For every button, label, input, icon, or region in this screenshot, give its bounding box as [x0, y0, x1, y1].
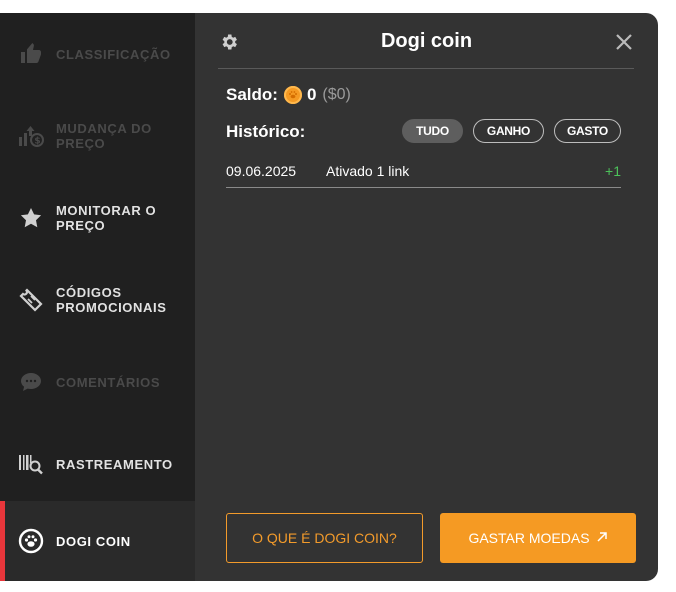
svg-text:$: $	[34, 137, 40, 147]
filter-tudo-button[interactable]: TUDO	[402, 119, 463, 143]
filter-gasto-button[interactable]: GASTO	[554, 119, 621, 143]
price-change-icon: $	[18, 123, 44, 149]
history-delta: +1	[605, 163, 621, 179]
balance-amount: 0	[306, 85, 317, 104]
dogi-coin-icon	[283, 86, 302, 104]
history-row: 09.06.2025 Ativado 1 link +1	[226, 161, 621, 188]
balance-usd: ($0)	[322, 86, 351, 103]
history-description: Ativado 1 link	[326, 163, 410, 179]
thumbs-up-icon	[18, 41, 44, 67]
sidebar-item-label: DOGI COIN	[56, 533, 131, 549]
barcode-search-icon	[18, 451, 44, 477]
sidebar-item-monitorar-o-preco[interactable]: MONITORAR O PREÇO	[0, 177, 195, 259]
ticket-icon	[18, 287, 44, 313]
sidebar-item-label: CÓDIGOS PROMOCIONAIS	[56, 285, 167, 315]
sidebar-item-label: RASTREAMENTO	[56, 456, 173, 472]
sidebar: CLASSIFICAÇÃO $ MUDANÇA DO PREÇO MONITOR…	[0, 13, 195, 581]
sidebar-item-label: MONITORAR O PREÇO	[56, 203, 157, 233]
sidebar-item-label: CLASSIFICAÇÃO	[56, 46, 171, 62]
star-icon	[18, 205, 44, 231]
panel-title: Dogi coin	[380, 30, 473, 52]
historico-label: Histórico:	[226, 122, 306, 141]
sidebar-item-codigos-promocionais[interactable]: CÓDIGOS PROMOCIONAIS	[0, 259, 195, 341]
close-icon[interactable]	[613, 31, 635, 53]
what-is-dogi-coin-button[interactable]: O QUE É DOGI COIN?	[226, 513, 423, 563]
sidebar-item-rastreamento[interactable]: RASTREAMENTO	[0, 423, 195, 505]
header-divider	[218, 68, 634, 69]
filter-ganho-button[interactable]: GANHO	[473, 119, 544, 143]
history-date: 09.06.2025	[226, 163, 297, 179]
sidebar-item-label: COMENTÁRIOS	[56, 374, 161, 390]
external-arrow-icon	[596, 530, 608, 547]
dogi-coin-window: CLASSIFICAÇÃO $ MUDANÇA DO PREÇO MONITOR…	[0, 13, 658, 581]
paw-icon	[18, 528, 44, 554]
sidebar-item-classificacao[interactable]: CLASSIFICAÇÃO	[0, 13, 195, 95]
spend-coins-button[interactable]: GASTAR MOEDAS	[440, 513, 636, 563]
sidebar-item-mudanca-do-preco[interactable]: $ MUDANÇA DO PREÇO	[0, 95, 195, 177]
balance-row: Saldo: 0 ($0)	[226, 85, 351, 105]
what-is-dogi-coin-label: O QUE É DOGI COIN?	[252, 530, 397, 546]
dogi-coin-panel: Dogi coin Saldo: 0 ($0) Histórico: TUDO …	[195, 13, 658, 581]
spend-coins-label: GASTAR MOEDAS	[468, 530, 590, 546]
comment-icon	[18, 369, 44, 395]
saldo-label: Saldo:	[226, 85, 278, 104]
sidebar-item-label: MUDANÇA DO PREÇO	[56, 121, 152, 151]
sidebar-item-comentarios[interactable]: COMENTÁRIOS	[0, 341, 195, 423]
sidebar-item-dogi-coin[interactable]: DOGI COIN	[0, 501, 195, 581]
